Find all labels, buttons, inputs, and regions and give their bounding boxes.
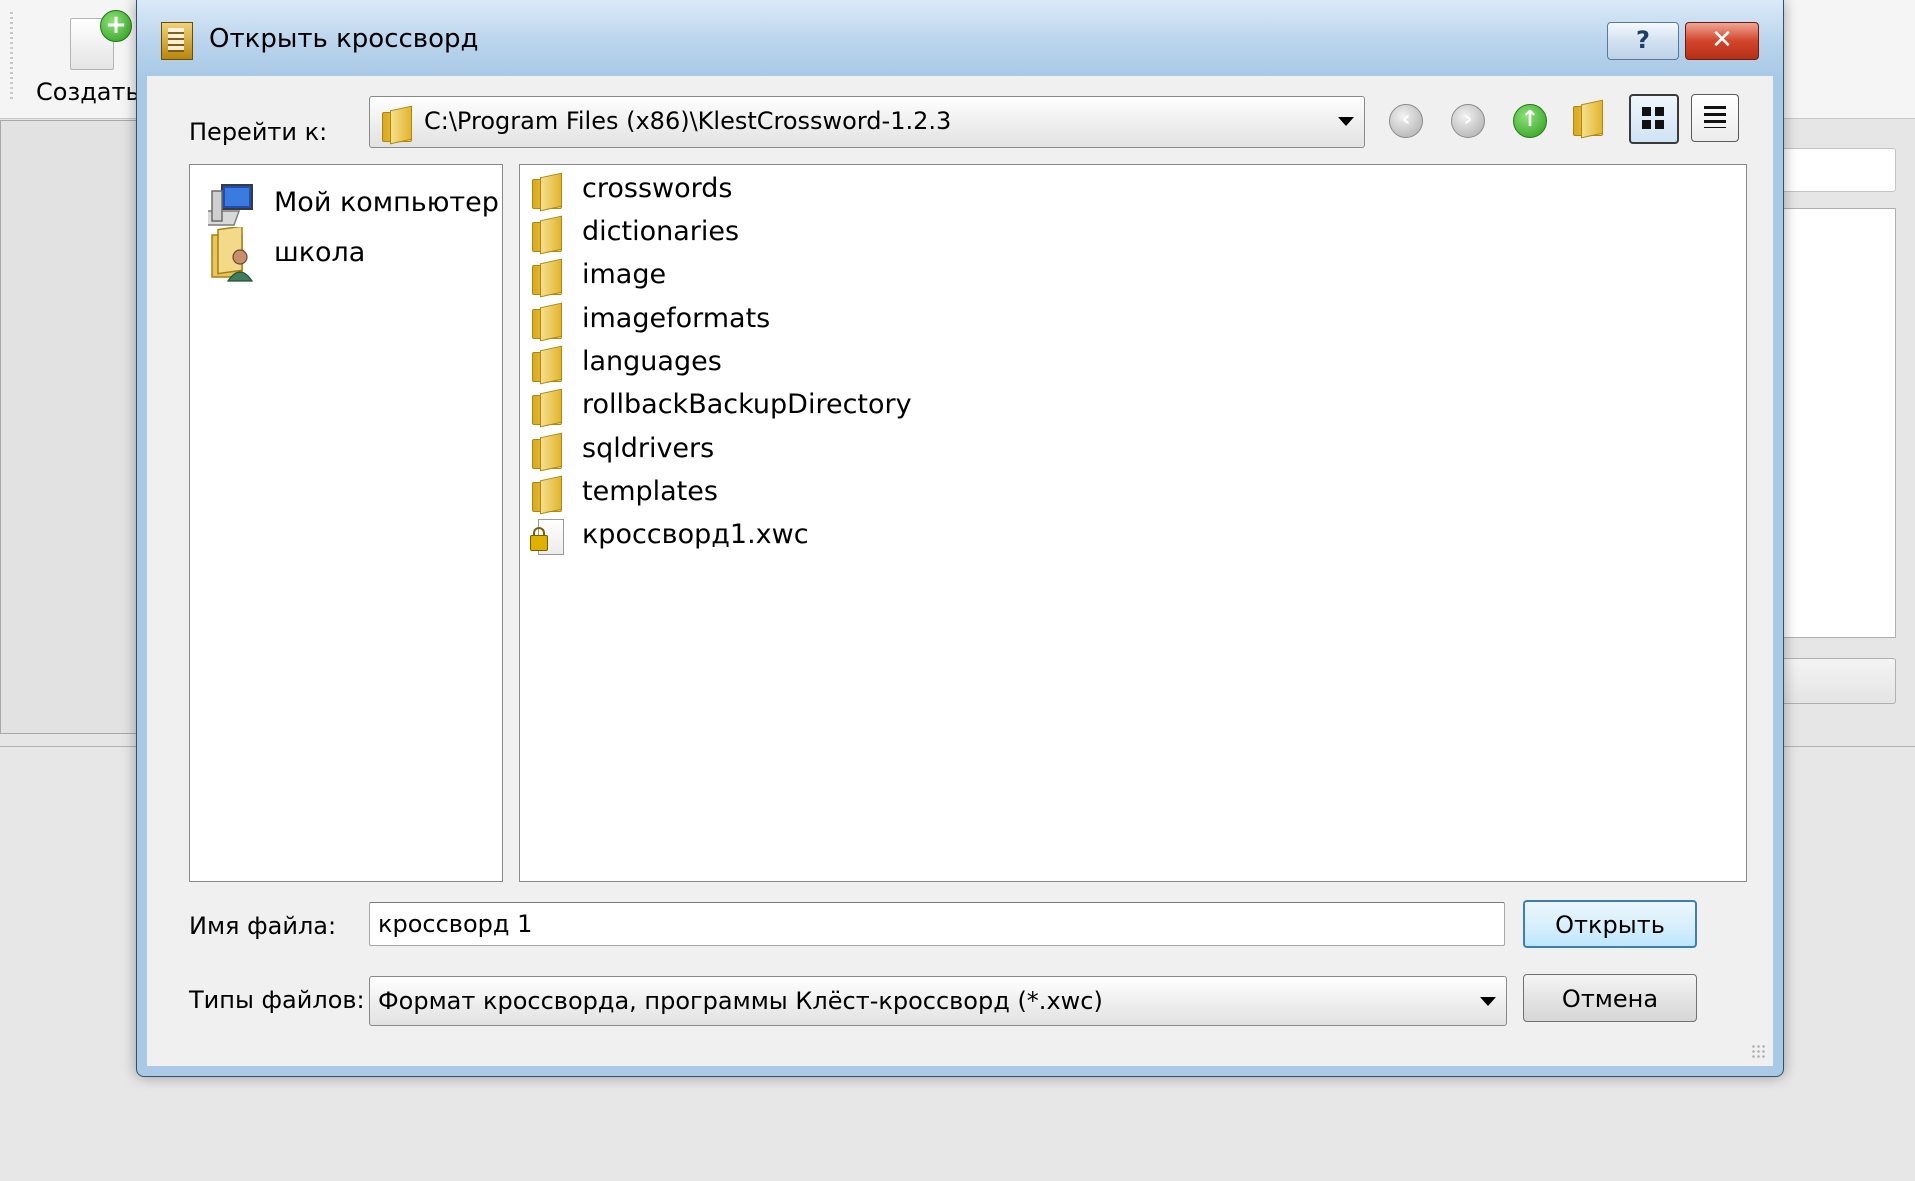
folder-icon <box>530 388 564 428</box>
place-label: Мой компьютер <box>274 187 499 218</box>
locked-file-icon <box>530 519 564 555</box>
folder-icon <box>530 215 564 255</box>
dialog-client: Перейти к: C:\Program Files (x86)\KlestC… <box>147 76 1773 1066</box>
folder-icon <box>530 302 564 342</box>
places-sidebar: Мой компьютер школа <box>189 164 503 882</box>
chevron-down-icon[interactable] <box>1480 997 1496 1006</box>
folder-icon <box>530 475 564 515</box>
list-view-icon <box>1704 106 1726 128</box>
folder-icon <box>380 105 412 145</box>
new-folder-button[interactable] <box>1571 99 1611 140</box>
filetypes-combobox[interactable]: Формат кроссворда, программы Клёст-кросс… <box>369 976 1507 1026</box>
file-name: rollbackBackupDirectory <box>582 389 912 420</box>
detail-view-button[interactable] <box>1691 94 1739 142</box>
lookin-combobox[interactable]: C:\Program Files (x86)\KlestCrossword-1.… <box>369 96 1365 148</box>
resize-grip[interactable] <box>1751 1044 1767 1060</box>
file-item-crossword1-xwc[interactable]: кроссворд1.xwc <box>530 515 1130 557</box>
file-item-imageformats[interactable]: imageformats <box>530 299 1130 342</box>
arrow-left-icon: ‹ <box>1389 104 1423 138</box>
file-item-languages[interactable]: languages <box>530 342 1130 385</box>
file-name: image <box>582 259 667 290</box>
arrow-right-icon: › <box>1451 104 1485 138</box>
filetypes-value: Формат кроссворда, программы Клёст-кросс… <box>378 987 1103 1015</box>
place-school[interactable]: школа <box>202 227 492 283</box>
forward-button[interactable]: › <box>1447 100 1487 140</box>
cancel-button[interactable]: Отмена <box>1523 974 1697 1022</box>
arrow-up-icon: ↑ <box>1513 104 1547 138</box>
file-name: кроссворд1.xwc <box>582 519 809 550</box>
lookin-label: Перейти к: <box>189 118 328 146</box>
filetypes-label: Типы файлов: <box>189 986 365 1014</box>
filename-label: Имя файла: <box>189 912 337 940</box>
create-button[interactable]: + Создать <box>30 10 140 110</box>
file-list: crosswords dictionaries image imageforma… <box>519 164 1747 882</box>
icon-view-button[interactable] <box>1629 94 1679 144</box>
place-label: школа <box>274 237 366 268</box>
file-item-rollbackbackupdirectory[interactable]: rollbackBackupDirectory <box>530 385 1130 428</box>
background-input[interactable] <box>1776 148 1896 192</box>
help-button[interactable]: ? <box>1607 22 1679 60</box>
file-item-dictionaries[interactable]: dictionaries <box>530 212 1130 255</box>
user-folder-icon <box>211 227 254 282</box>
open-crossword-dialog: Открыть кроссворд ? ✕ Перейти к: C:\Prog… <box>136 0 1784 1077</box>
place-my-computer[interactable]: Мой компьютер <box>202 177 499 233</box>
computer-icon <box>208 184 253 226</box>
folder-icon <box>530 258 564 298</box>
background-button[interactable] <box>1776 658 1896 704</box>
file-name: crosswords <box>582 173 733 204</box>
file-item-sqldrivers[interactable]: sqldrivers <box>530 429 1130 472</box>
filename-input[interactable] <box>369 902 1505 946</box>
open-button[interactable]: Открыть <box>1523 900 1697 948</box>
file-name: sqldrivers <box>582 433 715 464</box>
background-list[interactable] <box>1776 208 1896 638</box>
create-label: Создать <box>36 78 140 106</box>
folder-icon <box>530 432 564 472</box>
close-button[interactable]: ✕ <box>1685 22 1759 60</box>
plus-icon: + <box>100 10 132 42</box>
parent-folder-button[interactable]: ↑ <box>1509 100 1549 140</box>
file-name: dictionaries <box>582 216 740 247</box>
background-panel-left <box>0 120 152 734</box>
back-button[interactable]: ‹ <box>1385 100 1425 140</box>
file-item-templates[interactable]: templates <box>530 472 1130 515</box>
chevron-down-icon[interactable] <box>1338 117 1354 126</box>
file-item-image[interactable]: image <box>530 255 1130 298</box>
file-name: imageformats <box>582 303 771 334</box>
dialog-title: Открыть кроссворд <box>209 24 479 54</box>
toolbar-grip[interactable] <box>10 12 13 102</box>
folder-icon <box>530 172 564 212</box>
file-name: languages <box>582 346 722 377</box>
file-item-crosswords[interactable]: crosswords <box>530 169 1130 212</box>
grid-view-icon <box>1642 107 1664 129</box>
crossword-app-icon <box>161 22 193 60</box>
lookin-path: C:\Program Files (x86)\KlestCrossword-1.… <box>424 107 952 135</box>
dialog-titlebar[interactable]: Открыть кроссворд ? ✕ <box>137 0 1783 76</box>
folder-icon <box>530 345 564 385</box>
file-name: templates <box>582 476 718 507</box>
